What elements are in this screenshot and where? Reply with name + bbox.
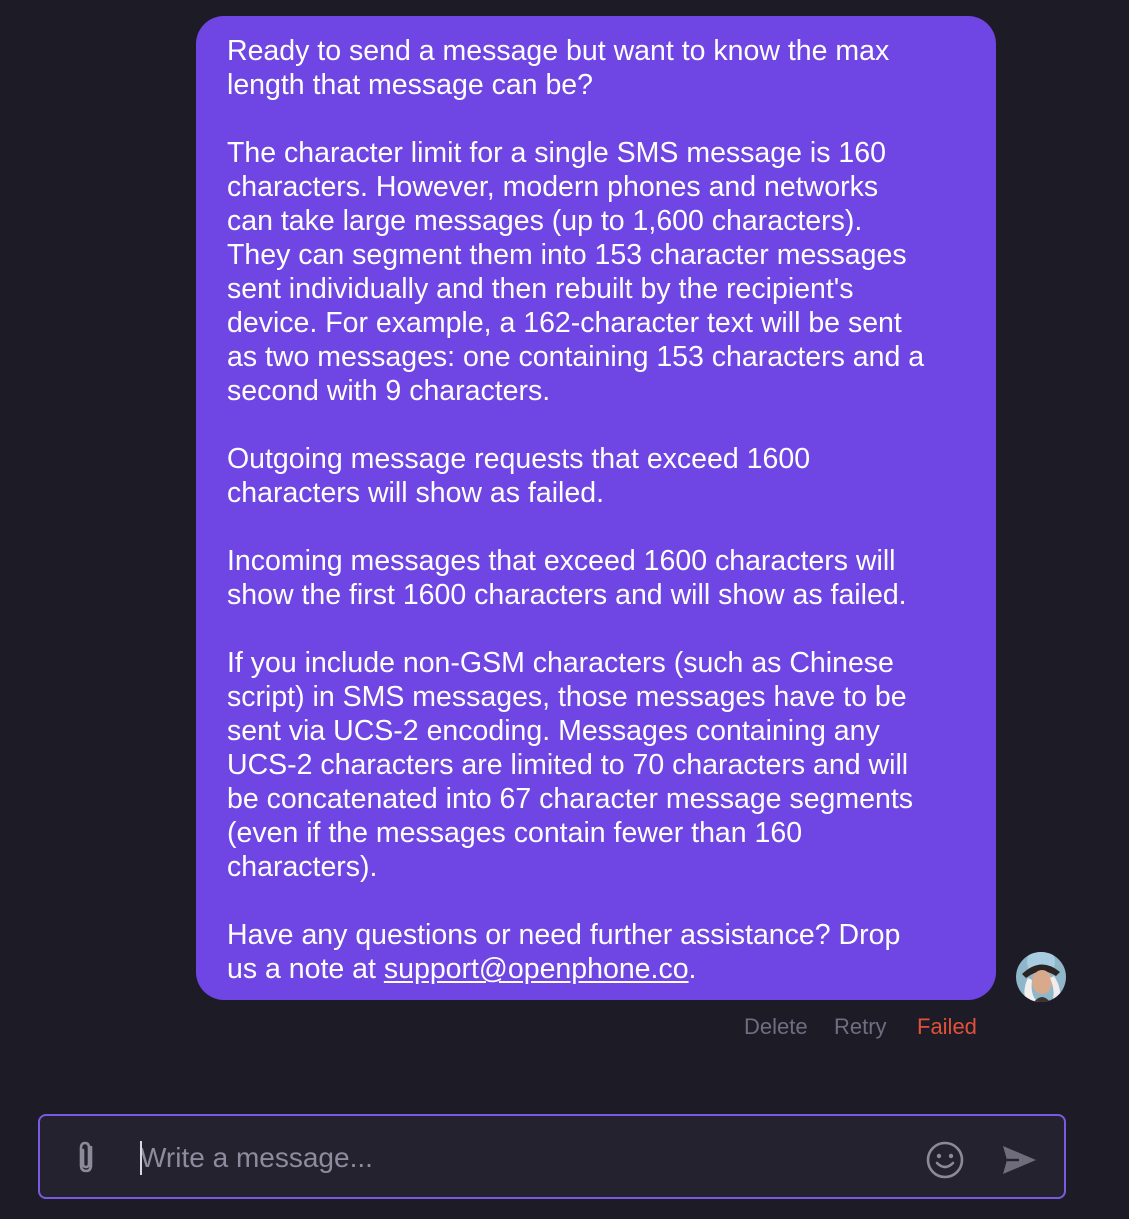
support-email-link[interactable]: support@openphone.co bbox=[384, 953, 689, 985]
avatar[interactable] bbox=[1016, 952, 1066, 1002]
message-input[interactable] bbox=[140, 1136, 900, 1180]
retry-button[interactable]: Retry bbox=[834, 1012, 887, 1042]
message-paragraph: Outgoing message requests that exceed 16… bbox=[227, 443, 811, 509]
message-paragraph: Ready to send a message but want to know… bbox=[227, 35, 890, 101]
paperclip-icon[interactable] bbox=[72, 1138, 102, 1178]
closing-period: . bbox=[688, 953, 697, 985]
delete-button[interactable]: Delete bbox=[744, 1012, 808, 1042]
message-paragraph: Incoming messages that exceed 1600 chara… bbox=[227, 545, 907, 611]
message-actions: Delete Retry Failed bbox=[0, 1012, 980, 1042]
message-closing: Have any questions or need further assis… bbox=[227, 918, 972, 986]
outgoing-message-bubble: Ready to send a message but want to know… bbox=[196, 16, 996, 1000]
smiley-icon[interactable] bbox=[925, 1140, 965, 1180]
message-composer bbox=[38, 1114, 1066, 1199]
text-cursor bbox=[140, 1141, 142, 1175]
message-paragraph: The character limit for a single SMS mes… bbox=[227, 137, 925, 407]
send-icon[interactable] bbox=[999, 1140, 1039, 1180]
message-paragraph: If you include non-GSM characters (such … bbox=[227, 647, 914, 883]
failed-status: Failed bbox=[917, 1014, 977, 1039]
